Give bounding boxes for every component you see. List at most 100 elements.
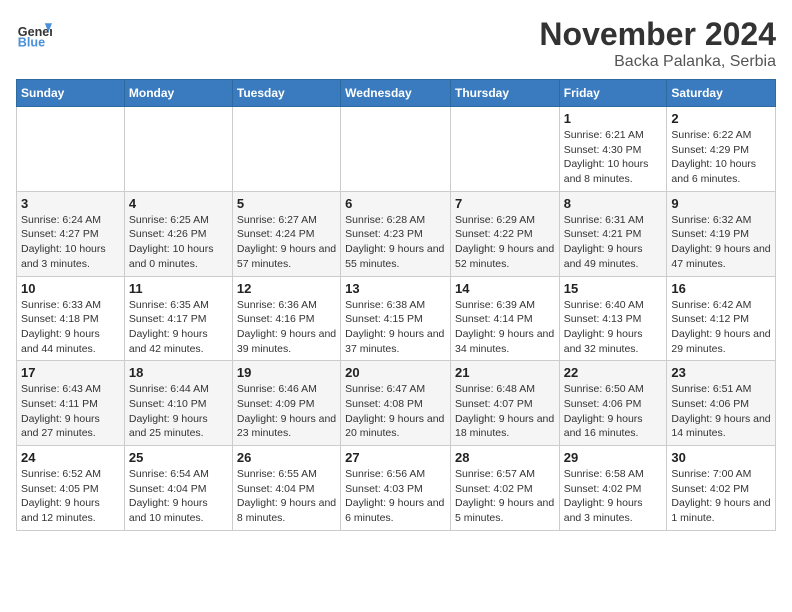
calendar-cell: 24Sunrise: 6:52 AM Sunset: 4:05 PM Dayli…	[17, 446, 125, 531]
day-info: Sunrise: 6:47 AM Sunset: 4:08 PM Dayligh…	[345, 382, 446, 441]
day-number: 2	[671, 111, 771, 126]
logo: General Blue	[16, 16, 52, 52]
day-number: 12	[237, 281, 336, 296]
day-number: 17	[21, 365, 120, 380]
calendar-cell: 4Sunrise: 6:25 AM Sunset: 4:26 PM Daylig…	[124, 191, 232, 276]
day-number: 15	[564, 281, 663, 296]
calendar-cell: 19Sunrise: 6:46 AM Sunset: 4:09 PM Dayli…	[232, 361, 340, 446]
header-tuesday: Tuesday	[232, 80, 340, 107]
calendar-cell: 15 Sunrise: 6:40 AM Sunset: 4:13 PM Dayli…	[559, 276, 667, 361]
calendar-cell: 2 Sunrise: 6:22 AM Sunset: 4:29 PM Daylig…	[667, 107, 776, 192]
day-info: Sunrise: 6:24 AM Sunset: 4:27 PM Dayligh…	[21, 213, 120, 272]
day-number: 1	[564, 111, 663, 126]
calendar-cell: 22 Sunrise: 6:50 AM Sunset: 4:06 PM Dayli…	[559, 361, 667, 446]
day-info: Sunrise: 6:28 AM Sunset: 4:23 PM Dayligh…	[345, 213, 446, 272]
calendar-header-row: SundayMondayTuesdayWednesdayThursdayFrid…	[17, 80, 776, 107]
day-number: 21	[455, 365, 555, 380]
calendar-week-5: 24Sunrise: 6:52 AM Sunset: 4:05 PM Dayli…	[17, 446, 776, 531]
day-number: 7	[455, 196, 555, 211]
day-info: Sunrise: 6:36 AM Sunset: 4:16 PM Dayligh…	[237, 298, 336, 357]
day-info: Sunrise: 6:43 AM Sunset: 4:11 PM Dayligh…	[21, 382, 120, 441]
calendar-cell: 11 Sunrise: 6:35 AM Sunset: 4:17 PM Dayli…	[124, 276, 232, 361]
calendar-cell: 6Sunrise: 6:28 AM Sunset: 4:23 PM Daylig…	[341, 191, 451, 276]
day-info: Sunrise: 6:32 AM Sunset: 4:19 PM Dayligh…	[671, 213, 771, 272]
calendar-cell: 28 Sunrise: 6:57 AM Sunset: 4:02 PM Dayli…	[450, 446, 559, 531]
day-number: 14	[455, 281, 555, 296]
calendar-cell: 21Sunrise: 6:48 AM Sunset: 4:07 PM Dayli…	[450, 361, 559, 446]
logo-icon: General Blue	[16, 16, 52, 52]
header-friday: Friday	[559, 80, 667, 107]
day-info: Sunrise: 6:40 AM Sunset: 4:13 PM Dayligh…	[564, 298, 663, 357]
day-number: 27	[345, 450, 446, 465]
day-info: Sunrise: 6:35 AM Sunset: 4:17 PM Dayligh…	[129, 298, 228, 357]
day-number: 23	[671, 365, 771, 380]
calendar-week-4: 17 Sunrise: 6:43 AM Sunset: 4:11 PM Dayli…	[17, 361, 776, 446]
calendar-cell: 9 Sunrise: 6:32 AM Sunset: 4:19 PM Daylig…	[667, 191, 776, 276]
day-info: Sunrise: 6:31 AM Sunset: 4:21 PM Dayligh…	[564, 213, 663, 272]
svg-text:Blue: Blue	[18, 36, 45, 50]
calendar-cell	[124, 107, 232, 192]
day-info: Sunrise: 6:38 AM Sunset: 4:15 PM Dayligh…	[345, 298, 446, 357]
calendar-cell: 18 Sunrise: 6:44 AM Sunset: 4:10 PM Dayli…	[124, 361, 232, 446]
day-info: Sunrise: 6:22 AM Sunset: 4:29 PM Dayligh…	[671, 128, 771, 187]
day-number: 29	[564, 450, 663, 465]
day-number: 26	[237, 450, 336, 465]
calendar-cell: 20 Sunrise: 6:47 AM Sunset: 4:08 PM Dayli…	[341, 361, 451, 446]
day-number: 24	[21, 450, 120, 465]
calendar-cell: 29 Sunrise: 6:58 AM Sunset: 4:02 PM Dayli…	[559, 446, 667, 531]
day-number: 10	[21, 281, 120, 296]
calendar-cell: 25 Sunrise: 6:54 AM Sunset: 4:04 PM Dayli…	[124, 446, 232, 531]
day-number: 4	[129, 196, 228, 211]
day-number: 16	[671, 281, 771, 296]
day-info: Sunrise: 6:21 AM Sunset: 4:30 PM Dayligh…	[564, 128, 663, 187]
header-thursday: Thursday	[450, 80, 559, 107]
calendar-week-3: 10 Sunrise: 6:33 AM Sunset: 4:18 PM Dayli…	[17, 276, 776, 361]
day-number: 30	[671, 450, 771, 465]
calendar-cell	[450, 107, 559, 192]
day-number: 9	[671, 196, 771, 211]
calendar-week-2: 3Sunrise: 6:24 AM Sunset: 4:27 PM Daylig…	[17, 191, 776, 276]
day-info: Sunrise: 7:00 AM Sunset: 4:02 PM Dayligh…	[671, 467, 771, 526]
day-info: Sunrise: 6:46 AM Sunset: 4:09 PM Dayligh…	[237, 382, 336, 441]
calendar-cell: 1 Sunrise: 6:21 AM Sunset: 4:30 PM Daylig…	[559, 107, 667, 192]
calendar-cell: 16 Sunrise: 6:42 AM Sunset: 4:12 PM Dayli…	[667, 276, 776, 361]
title-section: November 2024 Backa Palanka, Serbia	[539, 16, 776, 71]
page-header: General Blue November 2024 Backa Palanka…	[16, 16, 776, 71]
day-info: Sunrise: 6:44 AM Sunset: 4:10 PM Dayligh…	[129, 382, 228, 441]
day-info: Sunrise: 6:55 AM Sunset: 4:04 PM Dayligh…	[237, 467, 336, 526]
header-sunday: Sunday	[17, 80, 125, 107]
day-info: Sunrise: 6:50 AM Sunset: 4:06 PM Dayligh…	[564, 382, 663, 441]
header-wednesday: Wednesday	[341, 80, 451, 107]
day-number: 25	[129, 450, 228, 465]
calendar-cell: 8 Sunrise: 6:31 AM Sunset: 4:21 PM Daylig…	[559, 191, 667, 276]
calendar-cell	[341, 107, 451, 192]
calendar-cell: 23Sunrise: 6:51 AM Sunset: 4:06 PM Dayli…	[667, 361, 776, 446]
calendar-cell	[232, 107, 340, 192]
day-number: 5	[237, 196, 336, 211]
day-number: 22	[564, 365, 663, 380]
day-info: Sunrise: 6:54 AM Sunset: 4:04 PM Dayligh…	[129, 467, 228, 526]
calendar-cell: 14Sunrise: 6:39 AM Sunset: 4:14 PM Dayli…	[450, 276, 559, 361]
day-info: Sunrise: 6:58 AM Sunset: 4:02 PM Dayligh…	[564, 467, 663, 526]
day-info: Sunrise: 6:42 AM Sunset: 4:12 PM Dayligh…	[671, 298, 771, 357]
calendar-cell: 3Sunrise: 6:24 AM Sunset: 4:27 PM Daylig…	[17, 191, 125, 276]
day-number: 28	[455, 450, 555, 465]
day-number: 13	[345, 281, 446, 296]
calendar-cell: 30 Sunrise: 7:00 AM Sunset: 4:02 PM Dayli…	[667, 446, 776, 531]
calendar-table: SundayMondayTuesdayWednesdayThursdayFrid…	[16, 79, 776, 531]
calendar-cell: 7Sunrise: 6:29 AM Sunset: 4:22 PM Daylig…	[450, 191, 559, 276]
header-saturday: Saturday	[667, 80, 776, 107]
day-number: 11	[129, 281, 228, 296]
calendar-cell: 26 Sunrise: 6:55 AM Sunset: 4:04 PM Dayli…	[232, 446, 340, 531]
day-number: 20	[345, 365, 446, 380]
day-info: Sunrise: 6:57 AM Sunset: 4:02 PM Dayligh…	[455, 467, 555, 526]
calendar-cell: 10 Sunrise: 6:33 AM Sunset: 4:18 PM Dayli…	[17, 276, 125, 361]
day-info: Sunrise: 6:56 AM Sunset: 4:03 PM Dayligh…	[345, 467, 446, 526]
day-number: 8	[564, 196, 663, 211]
day-info: Sunrise: 6:27 AM Sunset: 4:24 PM Dayligh…	[237, 213, 336, 272]
day-number: 18	[129, 365, 228, 380]
day-info: Sunrise: 6:33 AM Sunset: 4:18 PM Dayligh…	[21, 298, 120, 357]
calendar-cell: 12 Sunrise: 6:36 AM Sunset: 4:16 PM Dayli…	[232, 276, 340, 361]
calendar-cell	[17, 107, 125, 192]
calendar-cell: 27 Sunrise: 6:56 AM Sunset: 4:03 PM Dayli…	[341, 446, 451, 531]
